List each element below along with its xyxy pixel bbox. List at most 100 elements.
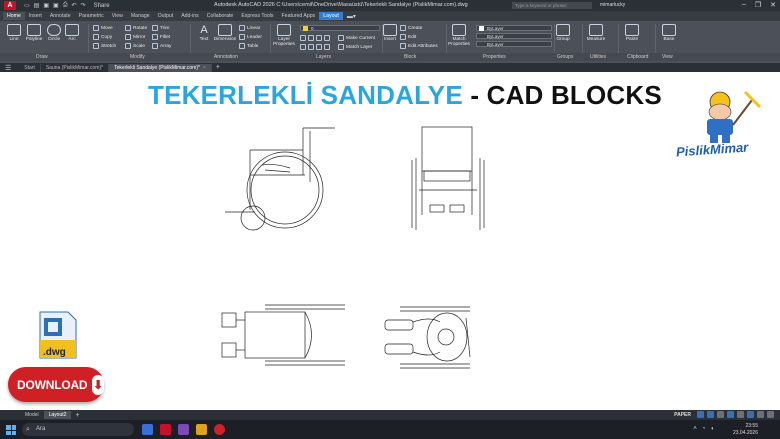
tab-collaborate[interactable]: Collaborate — [203, 12, 238, 20]
doc-tab-sauna[interactable]: Sauna (PislikMimar.com)* — [41, 63, 110, 72]
tab-featured-apps[interactable]: Featured Apps — [278, 12, 320, 20]
doc-tab-start[interactable]: Start — [19, 63, 41, 72]
customize-icon[interactable] — [767, 411, 774, 418]
taskbar-clock[interactable]: 23:55 23.04.2026 — [733, 423, 758, 436]
lineweight-dropdown[interactable]: ByLayer — [476, 41, 552, 47]
polar-icon[interactable] — [727, 411, 734, 418]
tab-layout2[interactable]: Layout2 — [43, 411, 72, 419]
move-tool[interactable]: Move — [93, 25, 113, 31]
wifi-icon[interactable]: ◔ — [702, 426, 706, 432]
restore-icon[interactable]: ❐ — [755, 1, 761, 9]
tab-express-tools[interactable]: Express Tools — [237, 12, 277, 20]
layer-dropdown[interactable]: 0 — [300, 25, 380, 31]
tab-add-ins[interactable]: Add-ins — [177, 12, 203, 20]
opera-app-icon[interactable] — [214, 424, 225, 435]
array-tool[interactable]: Array — [152, 43, 171, 49]
app-icon[interactable] — [178, 424, 189, 435]
windows-start-icon[interactable] — [6, 425, 16, 435]
panel-label-modify[interactable]: Modify — [130, 53, 145, 61]
tab-model[interactable]: Model — [20, 411, 44, 419]
undo-icon[interactable]: ↶ — [72, 2, 77, 9]
match-properties-tool[interactable]: Match Properties — [446, 24, 472, 47]
chevron-up-icon[interactable]: ˄ — [693, 426, 697, 432]
drawing-canvas[interactable]: TEKERLEKLİ SANDALYE - CAD BLOCKS .dwg DO… — [0, 72, 780, 410]
file-explorer-icon[interactable] — [196, 424, 207, 435]
layer-icon[interactable] — [308, 44, 314, 50]
fillet-tool[interactable]: Fillet — [152, 34, 170, 40]
tab-annotate[interactable]: Annotate — [46, 12, 75, 20]
layer-icon[interactable] — [300, 35, 306, 41]
panel-label-block[interactable]: Block — [404, 53, 416, 61]
taskbar-search-input[interactable]: ⌕ Ara — [22, 423, 134, 436]
panel-label-draw[interactable]: Draw — [36, 53, 48, 61]
save-icon[interactable]: ▣ — [43, 2, 49, 9]
edit-block-tool[interactable]: Edit — [400, 34, 416, 40]
snap-icon[interactable] — [697, 411, 704, 418]
color-dropdown[interactable]: ByLayer — [476, 25, 552, 31]
tab-parametric[interactable]: Parametric — [75, 12, 108, 20]
new-file-icon[interactable]: ▭ — [24, 2, 30, 9]
layer-icon[interactable] — [316, 44, 322, 50]
tab-view[interactable]: View — [108, 12, 127, 20]
doc-tab-tekerlekli-sandalye[interactable]: Tekerlekli Sandalye (PislikMimar.com)* × — [109, 63, 212, 72]
tab-home[interactable]: Home — [3, 12, 25, 20]
tab-output[interactable]: Output — [154, 12, 178, 20]
autocad-app-icon[interactable] — [160, 424, 171, 435]
linear-tool[interactable]: Linear — [239, 25, 260, 31]
panel-label-annotation[interactable]: Annotation — [214, 53, 238, 61]
save-as-icon[interactable]: ▣ — [53, 2, 59, 9]
rotate-tool[interactable]: Rotate — [125, 25, 147, 31]
ortho-icon[interactable] — [717, 411, 724, 418]
linetype-dropdown[interactable]: ByLayer — [476, 33, 552, 39]
tab-manage[interactable]: Manage — [127, 12, 154, 20]
leader-tool[interactable]: Leader — [239, 34, 262, 40]
layer-icon[interactable] — [300, 44, 306, 50]
arc-tool[interactable]: Arc — [58, 24, 86, 42]
table-tool[interactable]: Table — [239, 43, 258, 49]
make-current-tool[interactable]: Make Current — [338, 35, 375, 41]
grid-icon[interactable] — [707, 411, 714, 418]
share-button[interactable]: Share — [94, 3, 110, 9]
close-tab-icon[interactable]: × — [203, 65, 206, 71]
group-tool[interactable]: Group — [552, 24, 574, 42]
paper-space-toggle[interactable]: PAPER — [674, 412, 691, 418]
panel-label-utilities[interactable]: Utilities — [590, 53, 606, 61]
layer-icon[interactable] — [324, 44, 330, 50]
match-layer-tool[interactable]: Match Layer — [338, 44, 372, 50]
dimension-tool[interactable]: Dimension — [211, 24, 239, 42]
annotation-scale-icon[interactable] — [747, 411, 754, 418]
layer-icon[interactable] — [316, 35, 322, 41]
ribbon-toggle-icon[interactable]: ▬▾ — [347, 13, 356, 20]
tab-layout[interactable]: Layout — [319, 12, 343, 20]
trim-tool[interactable]: Trim — [152, 25, 169, 31]
copy-tool[interactable]: Copy — [93, 34, 112, 40]
create-block-tool[interactable]: Create — [400, 25, 422, 31]
close-icon[interactable]: ✕ — [770, 1, 776, 9]
mirror-tool[interactable]: Mirror — [125, 34, 146, 40]
download-button[interactable]: DOWNLOAD ⬇ — [8, 367, 104, 402]
chrome-app-icon[interactable] — [142, 424, 153, 435]
add-layout-button[interactable]: + — [75, 412, 79, 419]
hamburger-menu-icon[interactable]: ☰ — [5, 64, 11, 72]
new-tab-button[interactable]: + — [216, 64, 220, 71]
stretch-tool[interactable]: Stretch — [93, 43, 116, 49]
paste-tool[interactable]: Paste — [619, 24, 645, 42]
user-account[interactable]: mimarlucky — [600, 2, 625, 8]
measure-tool[interactable]: Measure — [583, 24, 609, 42]
panel-label-properties[interactable]: Properties — [483, 53, 506, 61]
panel-label-groups[interactable]: Groups — [557, 53, 573, 61]
panel-label-layers[interactable]: Layers — [316, 53, 331, 61]
open-file-icon[interactable]: ▤ — [34, 2, 40, 9]
insert-tool[interactable]: Insert — [378, 24, 402, 42]
plot-icon[interactable]: ⎙ — [63, 2, 68, 9]
tab-insert[interactable]: Insert — [25, 12, 46, 20]
layer-icon[interactable] — [324, 35, 330, 41]
layer-properties-tool[interactable]: Layer Properties — [270, 24, 298, 47]
scale-tool[interactable]: Scale — [125, 43, 145, 49]
minimize-icon[interactable]: – — [742, 1, 746, 9]
panel-label-view[interactable]: View — [662, 53, 673, 61]
osnap-icon[interactable] — [737, 411, 744, 418]
layer-icon[interactable] — [308, 35, 314, 41]
help-search-input[interactable]: Type a keyword or phrase — [512, 2, 592, 9]
workspace-icon[interactable] — [757, 411, 764, 418]
